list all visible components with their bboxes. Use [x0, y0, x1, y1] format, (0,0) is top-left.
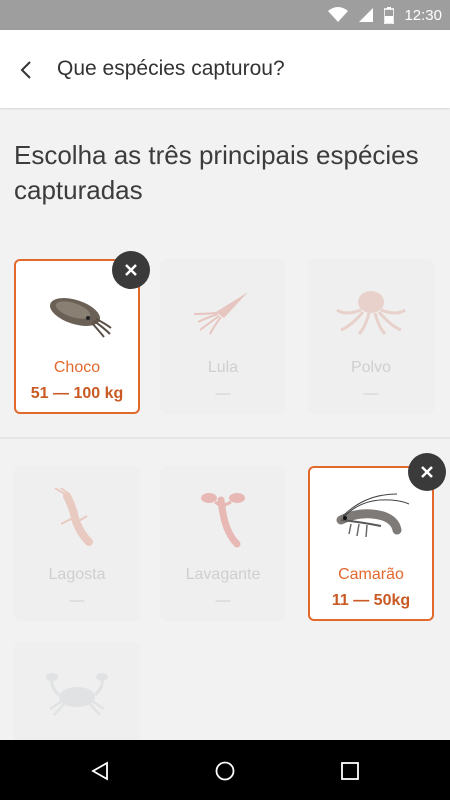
signal-icon [359, 8, 374, 22]
species-name: Lavagante [185, 566, 261, 583]
instruction-heading: Escolha as três principais espécies capt… [14, 140, 419, 205]
squid-icon [160, 275, 286, 347]
species-name: Polvo [350, 359, 392, 376]
species-card-lagosta[interactable]: Lagosta — [14, 466, 140, 621]
status-bar: 12:30 [0, 0, 450, 30]
species-name: Choco [53, 359, 101, 376]
cuttlefish-icon [16, 277, 138, 349]
system-nav-bar [0, 740, 450, 800]
species-card-lula[interactable]: Lula — [160, 259, 286, 414]
species-quantity: — [363, 385, 379, 402]
species-card-lavagante[interactable]: Lavagante — [160, 466, 286, 621]
back-button[interactable] [8, 52, 44, 88]
close-icon [421, 466, 433, 478]
species-quantity: — [215, 385, 231, 402]
lobster-icon [160, 482, 286, 554]
octopus-icon [308, 275, 434, 347]
nav-home-icon [215, 761, 235, 781]
nav-recents-button[interactable] [337, 758, 363, 784]
close-icon [125, 264, 137, 276]
nav-home-button[interactable] [212, 758, 238, 784]
back-arrow-icon [20, 61, 31, 79]
species-quantity: 51 — 100 kg [30, 385, 124, 402]
status-time: 12:30 [404, 6, 442, 24]
species-name: Lagosta [48, 566, 106, 583]
status-icons: 12:30 [328, 0, 442, 30]
remove-choco-button[interactable] [112, 251, 150, 289]
row-divider [0, 437, 450, 439]
battery-icon [384, 6, 395, 24]
nav-back-button[interactable] [87, 758, 113, 784]
app-bar: Que espécies capturou? [0, 30, 450, 108]
nav-back-icon [91, 761, 108, 781]
page-title: Que espécies capturou? [57, 57, 285, 80]
species-quantity: — [215, 592, 231, 609]
species-card-polvo[interactable]: Polvo — [308, 259, 434, 414]
remove-camarao-button[interactable] [408, 453, 446, 491]
spiny-lobster-icon [14, 482, 140, 554]
species-card-camarao[interactable]: Camarão 11 — 50kg [308, 466, 434, 621]
species-name: Lula [207, 359, 239, 376]
crab-icon [14, 658, 140, 730]
species-quantity: — [69, 592, 85, 609]
nav-recents-icon [341, 762, 359, 780]
species-name: Camarão [338, 566, 404, 583]
wifi-icon [328, 7, 349, 22]
species-quantity: 11 — 50kg [331, 592, 411, 609]
shrimp-icon [310, 484, 432, 556]
